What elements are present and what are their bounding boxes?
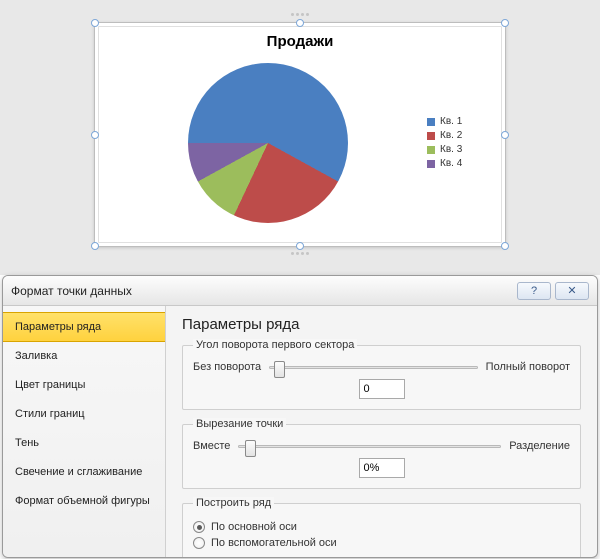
angle-min-label: Без поворота xyxy=(193,361,261,373)
legend-swatch-icon xyxy=(427,160,435,168)
group-plot-on: Построить ряд По основной оси По вспомог… xyxy=(182,497,581,557)
angle-value-input[interactable] xyxy=(359,379,405,399)
resize-handle-sw[interactable] xyxy=(91,242,99,250)
angle-max-label: Полный поворот xyxy=(486,361,570,373)
dialog-titlebar[interactable]: Формат точки данных ? ✕ xyxy=(3,276,597,306)
frame-grip-bottom[interactable] xyxy=(285,252,315,256)
group-angle-legend: Угол поворота первого сектора xyxy=(193,339,357,351)
format-data-point-dialog: Формат точки данных ? ✕ Параметры рядаЗа… xyxy=(2,275,598,558)
sidebar-item[interactable]: Цвет границы xyxy=(3,371,165,400)
legend-label: Кв. 3 xyxy=(440,144,462,155)
resize-handle-ne[interactable] xyxy=(501,19,509,27)
help-button[interactable]: ? xyxy=(517,282,551,300)
chart-legend[interactable]: Кв. 1 Кв. 2 Кв. 3 Кв. 4 xyxy=(427,113,491,172)
legend-swatch-icon xyxy=(427,118,435,126)
resize-handle-n[interactable] xyxy=(296,19,304,27)
group-explosion: Вырезание точки Вместе Разделение xyxy=(182,418,581,489)
legend-item[interactable]: Кв. 1 xyxy=(427,116,491,127)
panel-heading: Параметры ряда xyxy=(182,316,581,333)
chart-title[interactable]: Продажи xyxy=(95,23,505,50)
sidebar-item[interactable]: Тень xyxy=(3,429,165,458)
legend-item[interactable]: Кв. 2 xyxy=(427,130,491,141)
legend-label: Кв. 2 xyxy=(440,130,462,141)
legend-label: Кв. 1 xyxy=(440,116,462,127)
frame-grip-top[interactable] xyxy=(285,13,315,17)
angle-slider-thumb[interactable] xyxy=(274,361,285,378)
resize-handle-e[interactable] xyxy=(501,131,509,139)
resize-handle-w[interactable] xyxy=(91,131,99,139)
dialog-panel: Параметры ряда Угол поворота первого сек… xyxy=(166,306,597,557)
group-plot-on-legend: Построить ряд xyxy=(193,497,274,509)
group-angle: Угол поворота первого сектора Без поворо… xyxy=(182,339,581,410)
close-button[interactable]: ✕ xyxy=(555,282,589,300)
sidebar-item[interactable]: Формат объемной фигуры xyxy=(3,487,165,516)
legend-label: Кв. 4 xyxy=(440,158,462,169)
resize-handle-s[interactable] xyxy=(296,242,304,250)
radio-primary-axis-label: По основной оси xyxy=(211,521,297,533)
radio-secondary-axis-label: По вспомогательной оси xyxy=(211,537,337,549)
dialog-title: Формат точки данных xyxy=(11,284,513,298)
legend-swatch-icon xyxy=(427,146,435,154)
group-explosion-legend: Вырезание точки xyxy=(193,418,286,430)
legend-item[interactable]: Кв. 4 xyxy=(427,158,491,169)
resize-handle-nw[interactable] xyxy=(91,19,99,27)
chart-frame[interactable]: Продажи Кв. 1 Кв. 2 Кв. 3 Кв. 4 xyxy=(94,22,506,247)
legend-item[interactable]: Кв. 3 xyxy=(427,144,491,155)
sidebar-item[interactable]: Заливка xyxy=(3,342,165,371)
explosion-value-input[interactable] xyxy=(359,458,405,478)
legend-swatch-icon xyxy=(427,132,435,140)
sidebar-item[interactable]: Стили границ xyxy=(3,400,165,429)
explosion-slider-thumb[interactable] xyxy=(245,440,256,457)
radio-secondary-axis[interactable] xyxy=(193,537,205,549)
sidebar-item[interactable]: Свечение и сглаживание xyxy=(3,458,165,487)
angle-slider[interactable] xyxy=(269,366,478,369)
explosion-min-label: Вместе xyxy=(193,440,230,452)
sidebar-item[interactable]: Параметры ряда xyxy=(3,312,165,342)
pie-chart[interactable] xyxy=(188,63,348,223)
dialog-sidebar: Параметры рядаЗаливкаЦвет границыСтили г… xyxy=(3,306,166,557)
explosion-max-label: Разделение xyxy=(509,440,570,452)
resize-handle-se[interactable] xyxy=(501,242,509,250)
radio-primary-axis[interactable] xyxy=(193,521,205,533)
explosion-slider[interactable] xyxy=(238,445,501,448)
